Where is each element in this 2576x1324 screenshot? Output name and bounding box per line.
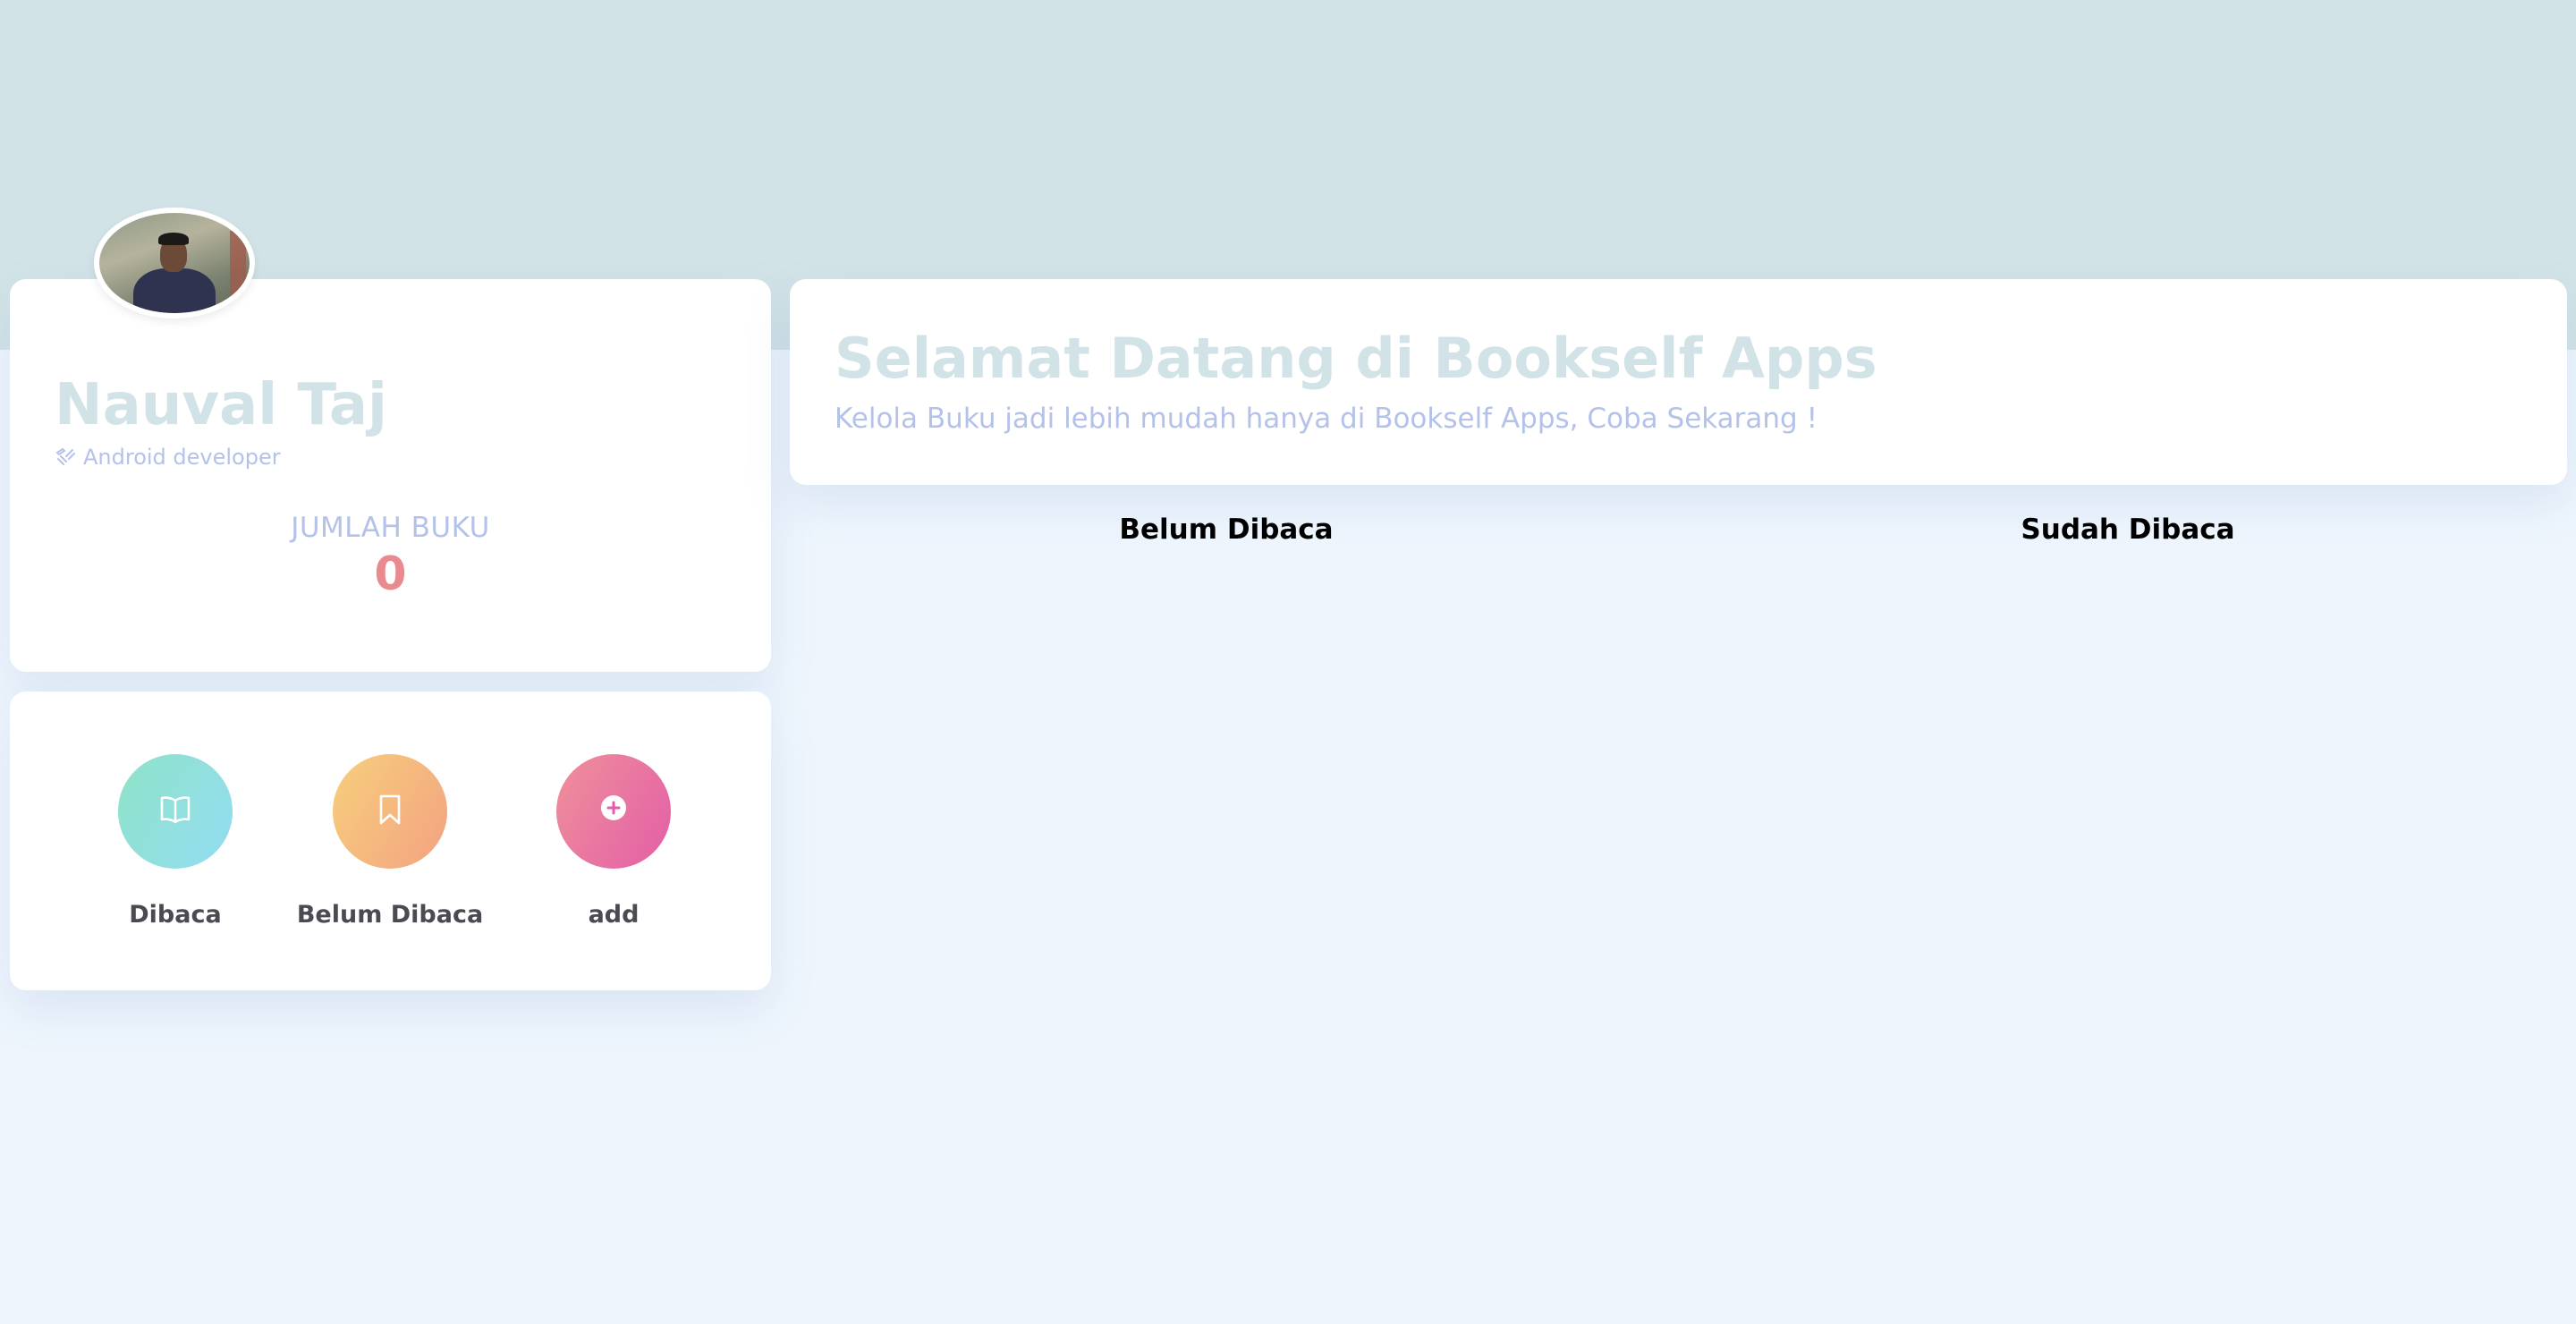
- welcome-card: Selamat Datang di Bookself Apps Kelola B…: [790, 279, 2567, 485]
- bookmark-icon: [370, 790, 410, 833]
- welcome-title: Selamat Datang di Bookself Apps: [835, 326, 1877, 391]
- book-count-label: JUMLAH BUKU: [291, 512, 490, 544]
- actions-card: Dibaca Belum Dibaca add: [10, 692, 771, 990]
- profile-card: Nauval Taj Android developer JUMLAH BUKU…: [10, 279, 771, 672]
- avatar-hair: [158, 233, 189, 245]
- avatar-background-detail: [230, 231, 246, 302]
- action-belum-dibaca-button[interactable]: [333, 754, 447, 869]
- action-belum-dibaca[interactable]: Belum Dibaca: [278, 754, 502, 929]
- action-dibaca[interactable]: Dibaca: [64, 754, 287, 929]
- profile-role-text: Android developer: [83, 445, 281, 470]
- action-add-button[interactable]: [556, 754, 671, 869]
- profile-role: Android developer: [55, 445, 281, 470]
- unread-shelf-heading: Belum Dibaca: [1119, 513, 1334, 546]
- book-open-icon: [156, 790, 195, 833]
- action-add[interactable]: add: [502, 754, 725, 929]
- satellite-icon: [55, 446, 76, 468]
- welcome-subtitle: Kelola Buku jadi lebih mudah hanya di Bo…: [835, 403, 1818, 435]
- plus-circle-icon: [594, 790, 633, 833]
- action-dibaca-label: Dibaca: [129, 901, 222, 929]
- avatar-body: [133, 268, 216, 313]
- read-shelf-heading: Sudah Dibaca: [2021, 513, 2235, 546]
- book-count-value: 0: [374, 547, 407, 601]
- action-add-label: add: [588, 901, 640, 929]
- profile-name: Nauval Taj: [55, 372, 387, 438]
- action-dibaca-button[interactable]: [118, 754, 233, 869]
- avatar: [94, 208, 255, 318]
- action-belum-dibaca-label: Belum Dibaca: [296, 901, 484, 929]
